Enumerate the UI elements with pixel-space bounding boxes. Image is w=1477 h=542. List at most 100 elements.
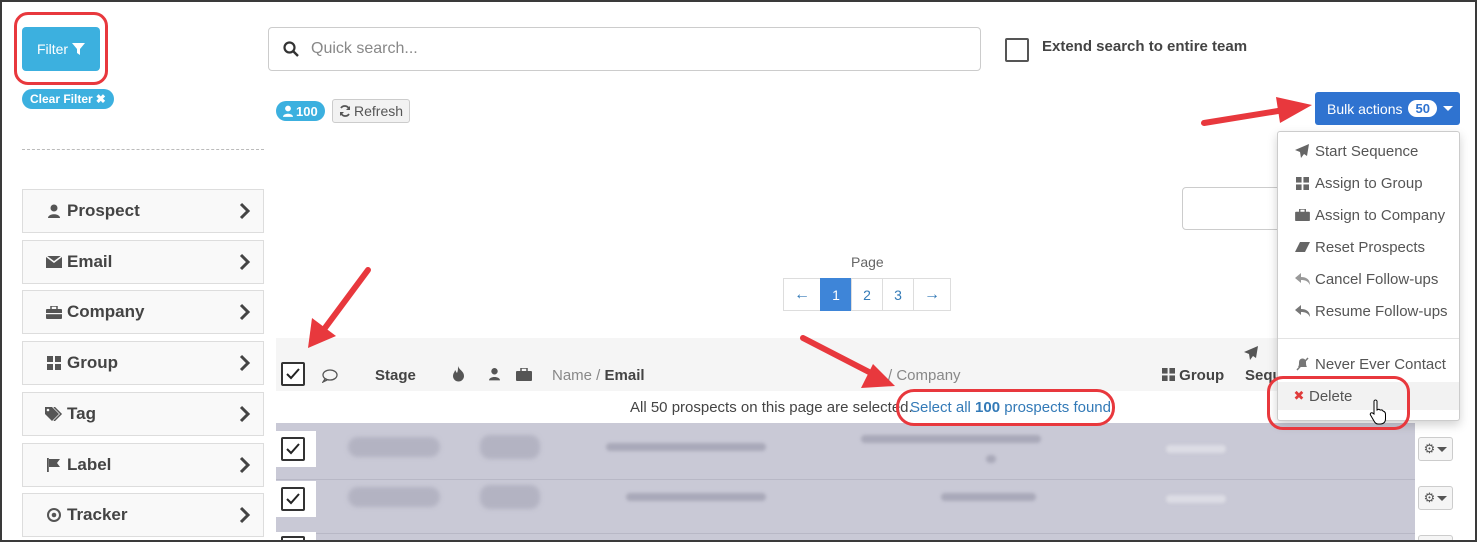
annotation-highlight xyxy=(896,389,1115,426)
annotation-highlight xyxy=(14,12,108,85)
sidebar-item-label[interactable]: Label xyxy=(22,443,264,487)
chevron-right-icon xyxy=(239,456,251,474)
menu-item-never-contact[interactable]: Never Ever Contact xyxy=(1278,350,1459,378)
caret-down-icon xyxy=(1442,106,1453,111)
user-icon xyxy=(45,204,63,218)
grid-icon xyxy=(1294,176,1310,190)
envelope-icon xyxy=(45,256,63,268)
target-icon xyxy=(45,508,63,522)
paper-plane-icon xyxy=(1294,144,1310,158)
reply-all-icon xyxy=(1294,305,1310,317)
clear-filter-button[interactable]: Clear Filter ✖ xyxy=(22,89,114,109)
menu-item-label: Start Sequence xyxy=(1315,142,1419,160)
chevron-right-icon xyxy=(239,354,251,372)
annotation-arrow xyxy=(800,335,895,388)
annotation-highlight xyxy=(1267,376,1410,430)
row-settings-button[interactable]: ⚙ xyxy=(1418,486,1453,510)
name-header-label: Name / xyxy=(552,367,605,384)
menu-item-start-sequence[interactable]: Start Sequence xyxy=(1278,137,1459,165)
sidebar-item-tracker[interactable]: Tracker xyxy=(22,493,264,537)
menu-item-label: Assign to Group xyxy=(1315,174,1423,192)
row-company xyxy=(986,455,996,463)
row-company xyxy=(861,435,1041,443)
chevron-right-icon xyxy=(239,202,251,220)
avatar xyxy=(480,435,540,459)
menu-item-reset-prospects[interactable]: Reset Prospects xyxy=(1278,233,1459,261)
reply-icon xyxy=(1294,273,1310,285)
next-page-button[interactable]: → xyxy=(913,278,951,311)
sidebar-item-label: Tracker xyxy=(67,505,128,524)
refresh-button[interactable]: Refresh xyxy=(332,99,411,123)
page-button-1[interactable]: 1 xyxy=(820,278,852,311)
row-settings-button[interactable] xyxy=(1418,535,1453,542)
row-divider xyxy=(276,479,1456,480)
stage-pill xyxy=(348,437,440,457)
gear-icon: ⚙ xyxy=(1423,441,1436,456)
refresh-icon xyxy=(340,105,350,117)
row-divider xyxy=(276,533,1456,534)
select-all-checkbox[interactable] xyxy=(281,362,305,386)
column-header-name-email[interactable]: Name / Email xyxy=(552,367,645,384)
row-checkbox[interactable] xyxy=(281,437,305,461)
prospect-count-badge: 100 xyxy=(276,101,325,121)
menu-item-label: Assign to Company xyxy=(1315,206,1446,224)
sidebar-item-prospect[interactable]: Prospect xyxy=(22,189,264,233)
checkmark-icon xyxy=(286,443,300,455)
checkmark-icon xyxy=(286,493,300,505)
email-header-label: Email xyxy=(604,367,645,384)
column-header-group[interactable]: Group xyxy=(1162,367,1224,384)
sidebar-item-label-text: Label xyxy=(67,455,112,474)
user-icon xyxy=(283,105,293,117)
flag-icon xyxy=(45,458,63,472)
column-header-stage[interactable]: Stage xyxy=(375,367,416,384)
sidebar-item-label: Company xyxy=(67,302,145,321)
menu-item-assign-company[interactable]: Assign to Company xyxy=(1278,201,1459,229)
row-settings-button[interactable]: ⚙ xyxy=(1418,437,1453,461)
page-button-3[interactable]: 3 xyxy=(882,278,914,311)
menu-item-label: Never Ever Contact xyxy=(1315,355,1446,373)
mute-icon xyxy=(1294,357,1310,371)
grid-icon xyxy=(45,356,63,370)
sidebar-item-company[interactable]: Company xyxy=(22,290,264,334)
search-input[interactable] xyxy=(311,40,951,58)
prev-page-button[interactable]: ← xyxy=(783,278,821,311)
chevron-right-icon xyxy=(239,303,251,321)
sidebar-item-label: Group xyxy=(67,353,118,372)
gear-icon: ⚙ xyxy=(1423,490,1436,505)
page-button-2[interactable]: 2 xyxy=(851,278,883,311)
tags-icon xyxy=(45,407,63,421)
user-icon xyxy=(489,368,500,381)
row-group xyxy=(1166,445,1226,453)
selection-banner: All 50 prospects on this page are select… xyxy=(276,392,1276,423)
menu-item-resume-followups[interactable]: Resume Follow-ups xyxy=(1278,297,1459,325)
quick-search[interactable] xyxy=(268,27,981,71)
secondary-input[interactable] xyxy=(1182,187,1282,230)
sidebar-item-group[interactable]: Group xyxy=(22,341,264,385)
briefcase-icon xyxy=(1294,209,1310,221)
annotation-arrow xyxy=(308,267,371,348)
menu-item-label: Reset Prospects xyxy=(1315,238,1426,256)
sidebar-item-email[interactable]: Email xyxy=(22,240,264,284)
row-checkbox[interactable] xyxy=(281,536,305,542)
menu-item-cancel-followups[interactable]: Cancel Follow-ups xyxy=(1278,265,1459,293)
chevron-right-icon xyxy=(239,253,251,271)
menu-item-assign-group[interactable]: Assign to Group xyxy=(1278,169,1459,197)
hand-cursor-icon xyxy=(1369,399,1386,425)
divider xyxy=(22,149,264,150)
extend-search-checkbox[interactable] xyxy=(1005,38,1029,62)
grid-icon xyxy=(1162,368,1175,381)
chevron-right-icon xyxy=(239,506,251,524)
bulk-actions-button[interactable]: Bulk actions 50 xyxy=(1315,92,1460,125)
stage-pill xyxy=(348,487,440,507)
extend-search-label: Extend search to entire team xyxy=(1042,38,1248,55)
pagination: ← 1 2 3 → xyxy=(783,278,951,311)
fire-icon xyxy=(453,366,464,382)
bulk-count-badge: 50 xyxy=(1408,100,1437,117)
sidebar-item-tag[interactable]: Tag xyxy=(22,392,264,436)
caret-down-icon xyxy=(1437,446,1448,452)
comment-icon xyxy=(322,369,338,383)
annotation-arrow xyxy=(1201,97,1312,126)
refresh-label: Refresh xyxy=(354,103,404,119)
row-checkbox[interactable] xyxy=(281,487,305,511)
search-icon xyxy=(283,41,299,57)
